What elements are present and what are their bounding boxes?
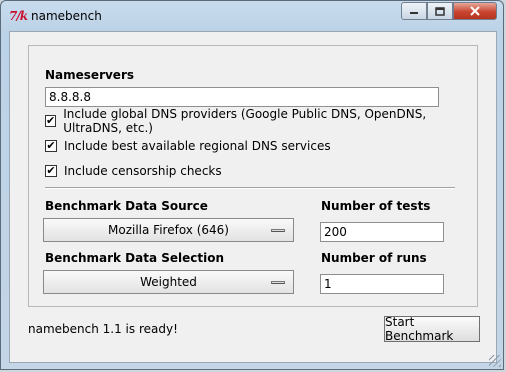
checkbox-censorship-checks[interactable]: ✔: [45, 165, 57, 177]
option-censorship-checks-label: Include censorship checks: [64, 164, 222, 178]
option-menu-indicator-icon: [271, 281, 285, 284]
window-title: namebench: [31, 9, 102, 23]
checkbox-regional-services[interactable]: ✔: [45, 140, 57, 152]
window-controls: [401, 2, 497, 21]
benchmark-selection-menu[interactable]: Weighted: [43, 270, 294, 294]
benchmark-selection-label: Benchmark Data Selection: [45, 251, 225, 265]
tk-feather-icon: 7/k: [9, 9, 28, 23]
benchmark-source-menu[interactable]: Mozilla Firefox (646): [43, 218, 294, 242]
benchmark-source-value: Mozilla Firefox (646): [108, 223, 229, 237]
resize-grip-icon[interactable]: [489, 355, 501, 367]
option-global-providers[interactable]: ✔ Include global DNS providers (Google P…: [45, 107, 477, 135]
close-button[interactable]: [453, 2, 497, 20]
option-global-providers-label: Include global DNS providers (Google Pub…: [63, 107, 427, 135]
option-regional-services-label: Include best available regional DNS serv…: [64, 139, 331, 153]
benchmark-source-label: Benchmark Data Source: [45, 199, 208, 213]
maximize-button[interactable]: [427, 2, 453, 20]
num-runs-input[interactable]: [320, 274, 444, 294]
checkbox-global-providers[interactable]: ✔: [45, 115, 57, 127]
num-runs-label: Number of runs: [321, 251, 427, 265]
num-tests-input[interactable]: [320, 222, 444, 242]
minimize-button[interactable]: [401, 2, 427, 20]
maximize-icon: [435, 6, 445, 16]
start-benchmark-button[interactable]: Start Benchmark: [384, 315, 480, 343]
close-icon: [470, 6, 480, 16]
client-area: Nameservers ✔ Include global DNS provide…: [9, 31, 497, 363]
title-bar[interactable]: 7/k namebench: [1, 1, 503, 31]
divider: [45, 187, 455, 189]
option-menu-indicator-icon: [271, 229, 285, 232]
settings-panel: Nameservers ✔ Include global DNS provide…: [28, 45, 478, 307]
option-censorship-checks[interactable]: ✔ Include censorship checks: [45, 163, 222, 179]
status-text: namebench 1.1 is ready!: [28, 322, 178, 336]
app-window: 7/k namebench Nameservers ✔ Include glob…: [0, 0, 504, 370]
nameservers-label: Nameservers: [45, 68, 135, 82]
benchmark-selection-value: Weighted: [140, 275, 197, 289]
num-tests-label: Number of tests: [321, 199, 431, 213]
nameservers-input[interactable]: [45, 87, 439, 107]
minimize-icon: [410, 12, 418, 14]
option-regional-services[interactable]: ✔ Include best available regional DNS se…: [45, 138, 331, 154]
